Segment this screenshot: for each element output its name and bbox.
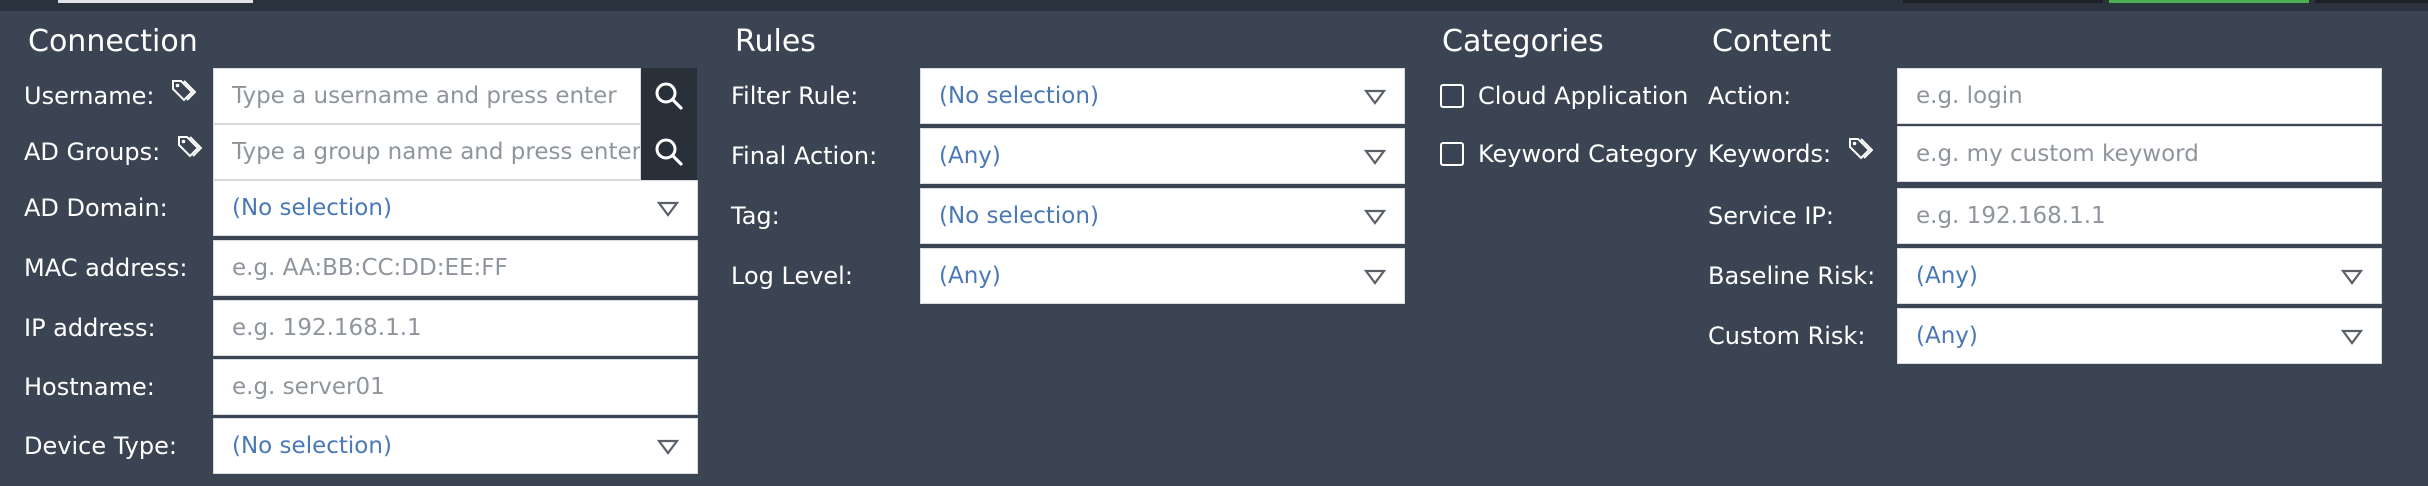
device-type-select[interactable]: (No selection) <box>213 418 698 474</box>
chevron-down-icon <box>2341 329 2363 345</box>
hostname-label: Hostname: <box>24 373 155 401</box>
top-tab-dark-1[interactable] <box>1903 0 2103 3</box>
device-type-row: Device Type: (No selection) <box>0 418 700 474</box>
baseline-risk-select[interactable]: (Any) <box>1897 248 2382 304</box>
keywords-label-wrap: Keywords: <box>1708 125 1874 182</box>
hostname-placeholder: e.g. server01 <box>232 374 385 400</box>
baseline-risk-label: Baseline Risk: <box>1708 262 1876 290</box>
keywords-input[interactable]: e.g. my custom keyword <box>1897 126 2382 182</box>
action-label: Action: <box>1708 82 1792 110</box>
custom-risk-row: Custom Risk: (Any) <box>0 308 2390 364</box>
section-title-connection: Connection <box>28 24 198 59</box>
device-type-value: (No selection) <box>232 433 392 459</box>
service-ip-row: Service IP: e.g. 192.168.1.1 <box>0 188 2390 244</box>
custom-risk-label: Custom Risk: <box>1708 322 1866 350</box>
custom-risk-select[interactable]: (Any) <box>1897 308 2382 364</box>
service-ip-placeholder: e.g. 192.168.1.1 <box>1916 203 2106 229</box>
chevron-down-icon <box>657 439 679 455</box>
action-input[interactable]: e.g. login <box>1897 68 2382 124</box>
keywords-row: Keywords: e.g. my custom keyword <box>0 126 2390 182</box>
device-type-label: Device Type: <box>24 432 177 460</box>
baseline-risk-value: (Any) <box>1916 263 1978 289</box>
baseline-risk-row: Baseline Risk: (Any) <box>0 248 2390 304</box>
hostname-row: Hostname: e.g. server01 <box>0 359 700 415</box>
action-placeholder: e.g. login <box>1916 83 2023 109</box>
keywords-placeholder: e.g. my custom keyword <box>1916 141 2199 167</box>
custom-risk-value: (Any) <box>1916 323 1978 349</box>
chevron-down-icon <box>2341 269 2363 285</box>
keywords-label: Keywords: <box>1708 140 1832 168</box>
section-title-content: Content <box>1712 24 1832 59</box>
service-ip-input[interactable]: e.g. 192.168.1.1 <box>1897 188 2382 244</box>
hostname-input[interactable]: e.g. server01 <box>213 359 698 415</box>
top-tab-dark-2[interactable] <box>2315 0 2428 3</box>
top-tab-left[interactable] <box>58 0 253 3</box>
section-title-categories: Categories <box>1442 24 1604 59</box>
section-title-rules: Rules <box>735 24 816 59</box>
service-ip-label: Service IP: <box>1708 202 1834 230</box>
tag-icon <box>1847 125 1874 181</box>
top-tab-green[interactable] <box>2109 0 2309 3</box>
action-row: Action: e.g. login <box>0 68 2390 124</box>
